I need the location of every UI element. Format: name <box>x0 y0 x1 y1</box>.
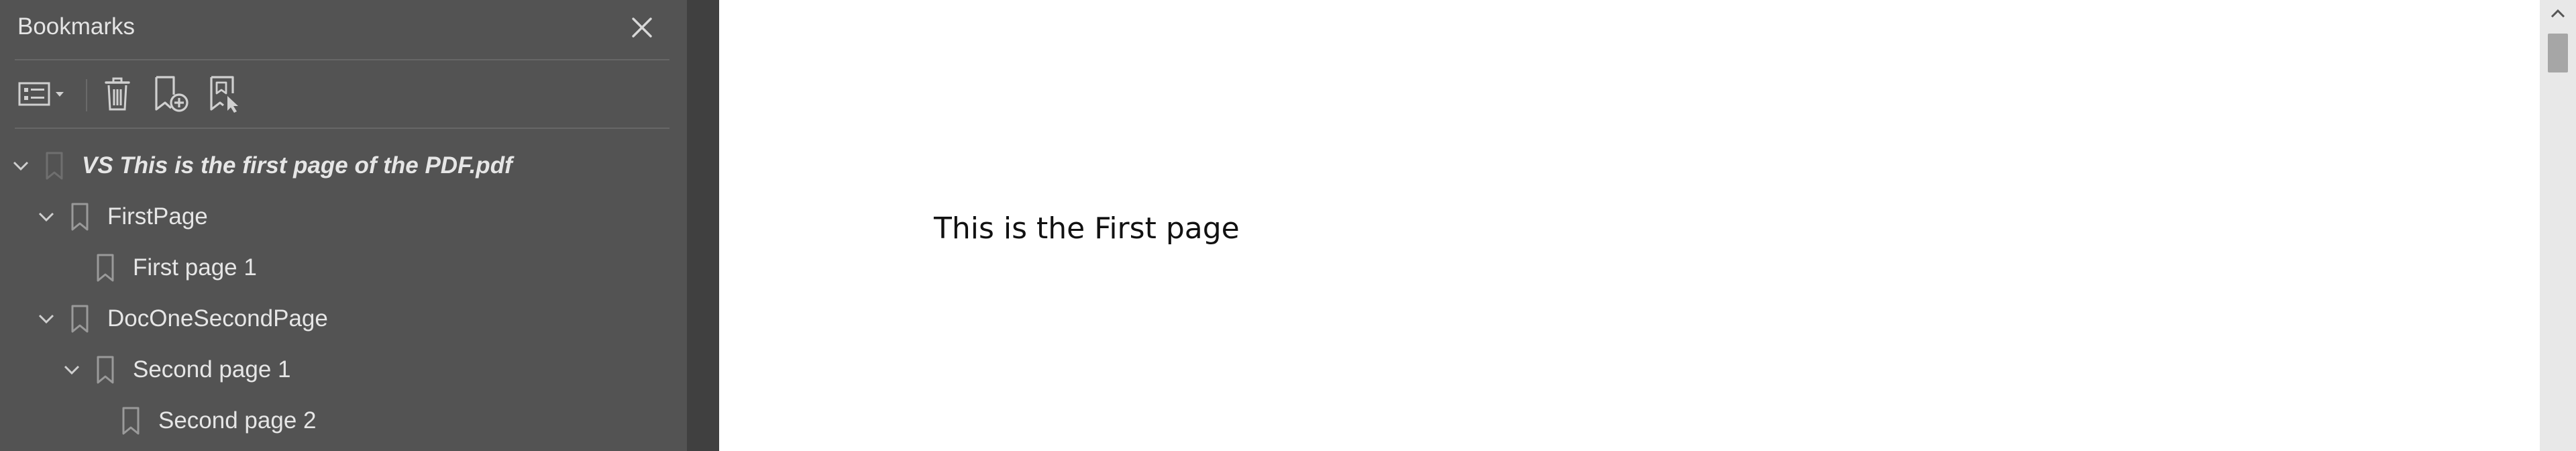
options-menu-icon <box>18 82 64 106</box>
bookmarks-panel-header: Bookmarks <box>0 0 687 56</box>
add-bookmark-icon <box>155 76 189 112</box>
add-bookmark-button[interactable] <box>149 71 193 117</box>
bookmark-icon <box>97 356 114 384</box>
bookmark-label: VS This is the first page of the PDF.pdf <box>82 152 513 179</box>
chevron-down-icon[interactable] <box>36 309 56 329</box>
new-bookmark-from-selection-button[interactable] <box>204 71 248 117</box>
bookmark-icon <box>122 407 140 435</box>
chevron-down-icon[interactable] <box>36 207 56 227</box>
header-divider <box>15 59 669 60</box>
bookmark-item-firstpage[interactable]: FirstPage <box>0 192 687 242</box>
bookmark-label: FirstPage <box>107 203 208 230</box>
close-panel-button[interactable] <box>624 9 660 46</box>
delete-bookmark-icon <box>105 77 130 111</box>
bookmark-item-first-page-1[interactable]: First page 1 <box>0 243 687 293</box>
bookmark-label: First page 1 <box>133 254 257 281</box>
bookmark-icon <box>46 152 63 180</box>
close-icon <box>632 17 652 38</box>
scrollbar-thumb[interactable] <box>2548 34 2568 72</box>
delete-bookmark-button[interactable] <box>97 71 138 117</box>
toolbar-separator <box>86 79 87 111</box>
bookmarks-toolbar <box>0 64 687 125</box>
bookmarks-panel: Bookmarks VS This is the first page of t… <box>0 0 687 451</box>
bookmark-icon <box>71 305 89 333</box>
panel-title: Bookmarks <box>17 13 136 40</box>
bookmark-label: Second page 1 <box>133 356 291 383</box>
chevron-up-icon <box>2551 9 2565 18</box>
page-text: This is the First page <box>934 211 1240 246</box>
pdf-viewer-window: Bookmarks VS This is the first page of t… <box>0 0 2576 451</box>
bookmark-item-doconesecondpage[interactable]: DocOneSecondPage <box>0 294 687 344</box>
bookmark-label: Second page 2 <box>158 407 317 434</box>
chevron-down-icon[interactable] <box>11 156 31 176</box>
document-page: This is the First page <box>719 0 2540 451</box>
new-bookmark-from-selection-icon <box>210 76 238 113</box>
bookmark-item-second-page-2[interactable]: Second page 2 <box>0 396 687 446</box>
chevron-down-icon[interactable] <box>62 360 82 380</box>
scroll-up-button[interactable] <box>2540 0 2576 27</box>
bookmark-icon <box>71 203 89 231</box>
toolbar-divider <box>15 128 669 129</box>
panel-splitter[interactable] <box>687 0 719 451</box>
bookmark-icon <box>97 254 114 282</box>
bookmark-root[interactable]: VS This is the first page of the PDF.pdf <box>0 141 687 191</box>
bookmark-item-second-page-1[interactable]: Second page 1 <box>0 345 687 395</box>
vertical-scrollbar[interactable] <box>2540 0 2576 451</box>
options-menu-button[interactable] <box>15 71 75 117</box>
bookmark-label: DocOneSecondPage <box>107 305 328 332</box>
